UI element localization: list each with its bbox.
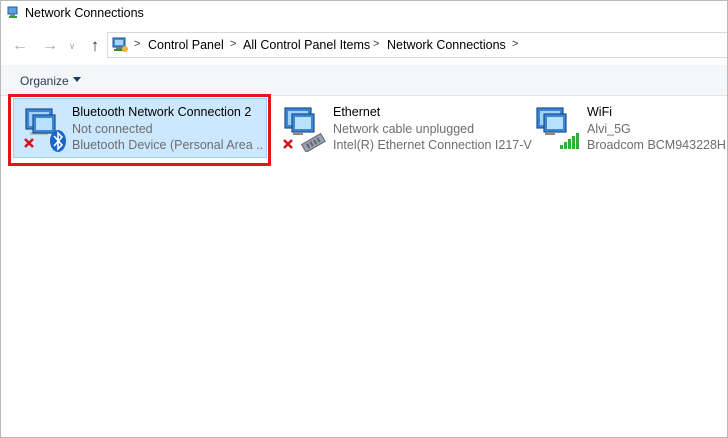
connections-list: Bluetooth Network Connection 2 Not conne… xyxy=(1,96,727,437)
wifi-network-icon xyxy=(536,107,579,149)
connection-name: Bluetooth Network Connection 2 xyxy=(72,105,252,119)
ethernet-network-icon xyxy=(283,107,326,152)
connection-item-wifi[interactable]: WiFi Alvi_5G Broadcom BCM943228HMB xyxy=(527,98,727,158)
connection-name: WiFi xyxy=(587,105,612,119)
connection-item-ethernet[interactable]: Ethernet Network cable unplugged Intel(R… xyxy=(273,98,532,158)
forward-arrow-icon[interactable]: → xyxy=(39,35,61,57)
address-bar[interactable]: > Control Panel > All Control Panel Item… xyxy=(107,32,727,58)
title-bar: Network Connections xyxy=(1,1,727,27)
navigation-bar: ← → ∨ ↑ > Control Panel > All Control Pa… xyxy=(1,29,727,63)
breadcrumb-all-control-panel-items[interactable]: All Control Panel Items xyxy=(243,38,370,52)
chevron-down-icon[interactable] xyxy=(73,77,81,82)
recent-locations-chevron-icon[interactable]: ∨ xyxy=(65,35,79,57)
connection-name: Ethernet xyxy=(333,105,381,119)
breadcrumb-network-connections[interactable]: Network Connections xyxy=(387,38,506,52)
connection-status: Network cable unplugged xyxy=(333,122,475,136)
organize-button[interactable]: Organize xyxy=(20,74,69,88)
bluetooth-network-icon xyxy=(24,108,66,152)
breadcrumb-separator[interactable]: > xyxy=(373,38,379,50)
connection-device: Broadcom BCM943228HMB xyxy=(587,138,727,152)
connection-status: Alvi_5G xyxy=(587,122,631,136)
back-arrow-icon[interactable]: ← xyxy=(9,35,31,57)
connection-item-bluetooth[interactable]: Bluetooth Network Connection 2 Not conne… xyxy=(13,98,267,158)
connection-status: Not connected xyxy=(72,122,153,136)
breadcrumb-control-panel[interactable]: Control Panel xyxy=(148,38,224,52)
window-title: Network Connections xyxy=(25,6,144,20)
breadcrumb-separator[interactable]: > xyxy=(230,38,236,50)
command-bar: Organize xyxy=(1,65,727,96)
breadcrumb-separator[interactable]: > xyxy=(512,38,518,50)
breadcrumb-separator: > xyxy=(134,38,141,50)
network-connections-icon xyxy=(7,6,18,18)
connection-device: Bluetooth Device (Personal Area ... xyxy=(72,138,262,152)
control-panel-icon xyxy=(112,37,128,52)
up-arrow-icon[interactable]: ↑ xyxy=(84,35,106,57)
window: Network Connections ← → ∨ ↑ > Control Pa… xyxy=(0,0,728,438)
